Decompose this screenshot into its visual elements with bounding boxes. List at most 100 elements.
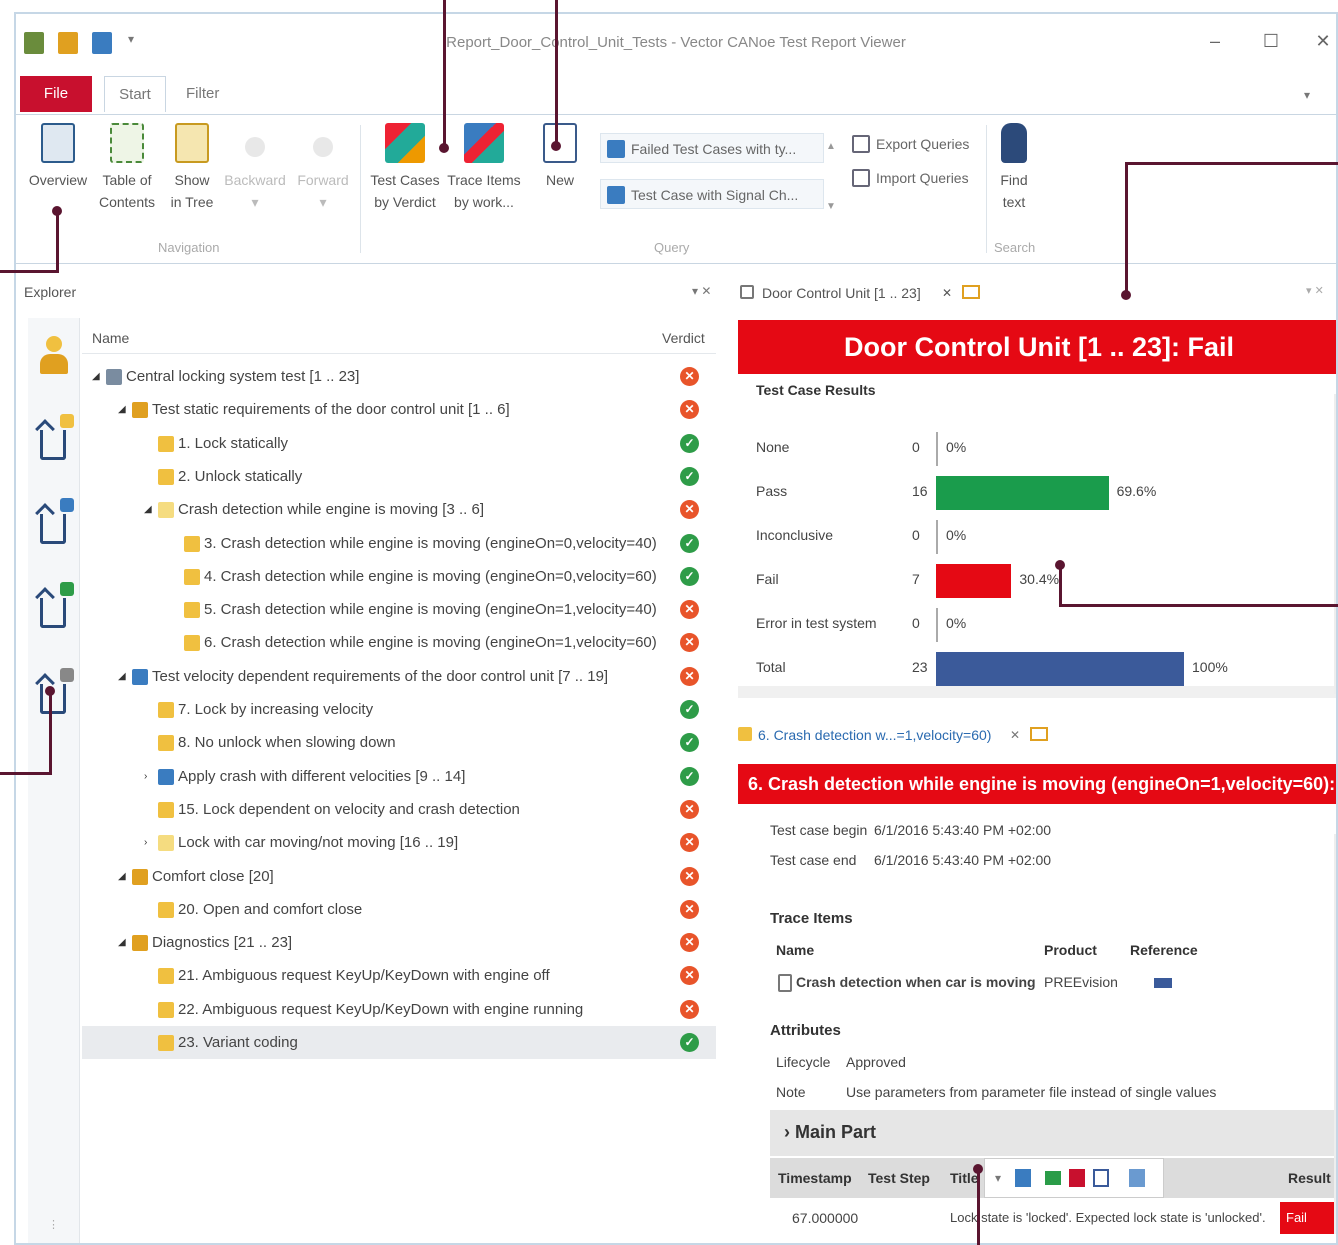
toolbar-fail-icon[interactable] xyxy=(1069,1169,1085,1187)
gallery-scroll-up-icon[interactable]: ▲ xyxy=(826,141,836,152)
main-part-header[interactable]: › Main Part xyxy=(770,1110,1336,1156)
expanded-chevron-icon[interactable]: ◢ xyxy=(118,393,128,426)
tree-row[interactable]: 15. Lock dependent on velocity and crash… xyxy=(82,793,716,826)
view-trace-items-icon[interactable] xyxy=(35,498,76,550)
tree-row[interactable]: 4. Crash detection while engine is movin… xyxy=(82,560,716,593)
report2-vertical-scrollbar[interactable] xyxy=(1334,834,1336,1234)
view-signals-icon[interactable] xyxy=(35,582,76,634)
horizontal-scrollbar[interactable] xyxy=(738,686,1336,698)
tree-row[interactable]: › Lock with car moving/not moving [16 .. … xyxy=(82,826,716,859)
toolbar-dropdown-icon[interactable]: ▾ xyxy=(995,1171,1001,1185)
verdict-fail-icon: ✕ xyxy=(680,400,699,420)
tree-row[interactable]: ◢ Test static requirements of the door co… xyxy=(82,393,716,426)
expanded-chevron-icon[interactable]: ◢ xyxy=(144,493,154,526)
tree-row[interactable]: › Apply crash with different velocities [… xyxy=(82,760,716,793)
toolbar-document-icon[interactable] xyxy=(1129,1169,1145,1187)
tab-door-control-unit[interactable]: Door Control Unit [1 .. 23] ✕ xyxy=(738,278,988,308)
trace-item-name[interactable]: Crash detection when car is moving xyxy=(796,974,1036,990)
maximize-button[interactable]: ☐ xyxy=(1260,30,1282,52)
saved-query-signal-check[interactable]: Test Case with Signal Ch... xyxy=(600,179,824,209)
expanded-chevron-icon[interactable]: ◢ xyxy=(118,860,128,893)
tree-row[interactable]: 5. Crash detection while engine is movin… xyxy=(82,593,716,626)
show-in-tree-icon xyxy=(175,123,209,163)
tab-start[interactable]: Start xyxy=(104,76,166,112)
view-test-structure-icon[interactable] xyxy=(35,414,76,466)
export-queries-button[interactable]: Export Queries xyxy=(850,133,969,155)
strip-more-icon[interactable]: ⋮ xyxy=(48,1218,59,1231)
new-query-button[interactable]: New xyxy=(540,123,580,191)
close-button[interactable]: ✕ xyxy=(1312,30,1334,52)
import-queries-button[interactable]: Import Queries xyxy=(850,167,969,189)
expanded-chevron-icon[interactable]: ◢ xyxy=(118,660,128,693)
table-of-contents-button[interactable]: Table of Contents xyxy=(94,123,160,213)
expanded-chevron-icon[interactable]: ◢ xyxy=(92,360,102,393)
tab-crash-detection[interactable]: 6. Crash detection w...=1,velocity=60) ✕ xyxy=(736,720,1056,750)
new-tab-icon[interactable] xyxy=(1030,727,1048,741)
saved-query-failed-test-cases[interactable]: Failed Test Cases with ty... xyxy=(600,133,824,163)
tree-row[interactable]: 1. Lock statically ✓ xyxy=(82,427,716,460)
column-name[interactable]: Name xyxy=(92,330,129,346)
tree-row[interactable]: 20. Open and comfort close ✕ xyxy=(82,893,716,926)
trace-col-reference: Reference xyxy=(1130,942,1198,958)
tree-row[interactable]: 21. Ambiguous request KeyUp/KeyDown with… xyxy=(82,959,716,992)
toolbar-copy-icon[interactable] xyxy=(1015,1169,1031,1187)
tree-row[interactable]: ◢ Central locking system test [1 .. 23] ✕ xyxy=(82,360,716,393)
row-result-fail: Fail xyxy=(1280,1202,1336,1234)
toolbar-expand-icon[interactable] xyxy=(1045,1171,1061,1185)
verdict-pass-icon: ✓ xyxy=(680,433,699,453)
new-tab-icon[interactable] xyxy=(962,285,980,299)
tree-row[interactable]: 2. Unlock statically ✓ xyxy=(82,460,716,493)
forward-button[interactable]: Forward ▾ xyxy=(292,123,354,213)
tab-filter[interactable]: Filter xyxy=(172,76,233,112)
tree-row[interactable]: 8. No unlock when slowing down ✓ xyxy=(82,726,716,759)
pane-options-icon[interactable]: ▾ ✕ xyxy=(1306,284,1324,297)
result-label: None xyxy=(756,439,790,455)
tree-row[interactable]: 3. Crash detection while engine is movin… xyxy=(82,527,716,560)
collapsed-chevron-icon[interactable]: › xyxy=(144,826,154,859)
tree-row[interactable]: ◢ Diagnostics [21 .. 23] ✕ xyxy=(82,926,716,959)
callout-line xyxy=(49,690,52,775)
test-case-banner: 6. Crash detection while engine is movin… xyxy=(738,764,1336,804)
callout-line xyxy=(977,1168,980,1245)
tree-row[interactable]: ◢ Test velocity dependent requirements of… xyxy=(82,660,716,693)
trace-col-product: Product xyxy=(1044,942,1097,958)
backward-button[interactable]: Backward ▾ xyxy=(222,123,288,213)
close-tab-icon[interactable]: ✕ xyxy=(1010,720,1020,750)
collapsed-chevron-icon[interactable]: › xyxy=(144,760,154,793)
import-icon xyxy=(852,169,870,187)
expanded-chevron-icon[interactable]: ◢ xyxy=(118,926,128,959)
result-count: 0 xyxy=(912,439,920,455)
close-tab-icon[interactable]: ✕ xyxy=(942,278,952,308)
trace-items-by-work-button[interactable]: Trace Items by work... xyxy=(446,123,522,213)
find-text-button[interactable]: Find text xyxy=(992,123,1036,213)
result-percent: 69.6% xyxy=(1116,483,1157,499)
tree-row[interactable]: ◢ Comfort close [20] ✕ xyxy=(82,860,716,893)
table-of-contents-icon xyxy=(110,123,144,163)
reference-link-icon[interactable] xyxy=(1154,978,1172,988)
test-cases-by-verdict-button[interactable]: Test Cases by Verdict xyxy=(370,123,440,213)
result-percent: 0% xyxy=(946,439,967,455)
overview-button[interactable]: Overview xyxy=(28,123,88,191)
show-in-tree-button[interactable]: Show in Tree xyxy=(166,123,218,213)
minimize-button[interactable]: – xyxy=(1204,30,1226,52)
column-verdict[interactable]: Verdict xyxy=(662,330,705,346)
user-view-icon[interactable] xyxy=(36,332,76,384)
gallery-scroll-down-icon[interactable]: ▼ xyxy=(826,201,836,212)
tab-file[interactable]: File xyxy=(20,76,92,112)
result-row: None 0 0% xyxy=(756,430,1326,466)
tree-row-label: 2. Unlock statically xyxy=(178,467,303,485)
tree-row[interactable]: 6. Crash detection while engine is movin… xyxy=(82,626,716,659)
toolbar-signal-icon[interactable] xyxy=(1093,1169,1109,1187)
result-count: 16 xyxy=(912,483,928,499)
view-queries-icon[interactable] xyxy=(35,668,76,720)
tree-row[interactable]: ◢ Crash detection while engine is moving … xyxy=(82,493,716,526)
tree-row[interactable]: 22. Ambiguous request KeyUp/KeyDown with… xyxy=(82,993,716,1026)
summary-report: Door Control Unit [1 .. 23]: Fail Test C… xyxy=(736,314,1336,706)
tree-node-icon xyxy=(132,668,148,685)
report1-vertical-scrollbar[interactable] xyxy=(1334,394,1336,694)
ribbon-collapse-icon[interactable]: ▾ xyxy=(1304,88,1310,102)
tree-row[interactable]: 23. Variant coding ✓ xyxy=(82,1026,716,1059)
tree-row[interactable]: 7. Lock by increasing velocity ✓ xyxy=(82,693,716,726)
steps-table-row[interactable]: 67.000000 Lock state is 'locked'. Expect… xyxy=(770,1198,1336,1238)
explorer-pane-controls[interactable]: ▾ ✕ xyxy=(692,284,711,298)
